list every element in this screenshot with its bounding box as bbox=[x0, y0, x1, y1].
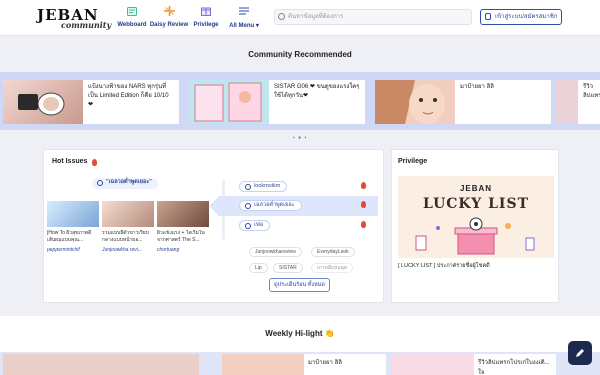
login-button[interactable]: เข้าสู่ระบบ/สมัครสมาชิก bbox=[480, 9, 562, 25]
login-label: เข้าสู่ระบบ/สมัครสมาชิก bbox=[495, 14, 558, 20]
carousel-dots[interactable]: • ● • bbox=[293, 135, 307, 141]
search-placeholder: ค้นหาข้อมูลที่ต้องการ bbox=[288, 14, 344, 20]
clap-icon: 👏 bbox=[324, 329, 335, 338]
nav-label: Webboard bbox=[117, 22, 147, 28]
community-card[interactable]: รีวิวลิปแทร bbox=[556, 80, 600, 124]
gift-box-illustration bbox=[415, 217, 535, 255]
privilege-banner[interactable]: JEBAN LUCKY LIST bbox=[398, 176, 554, 258]
keyword-pill[interactable]: lookmoikm bbox=[239, 181, 288, 192]
community-card[interactable]: มาป้ายยา ลิลิ bbox=[375, 80, 551, 124]
tag[interactable]: เกาหลีแบบฉุด bbox=[311, 263, 354, 273]
hot-issues-panel: Hot Issues "เฉลวอต่ำพูดเยอะ" [How To ผิว… bbox=[43, 149, 384, 303]
post-caption[interactable]: ผิวแข็งแรง + ใจเริ่มในจากศาสตร์ The S... bbox=[157, 230, 209, 244]
fire-icon bbox=[361, 182, 366, 189]
community-title: Community Recommended bbox=[248, 50, 352, 59]
top-bar: JEBAN community Webboard Daisy Review Pr… bbox=[0, 0, 600, 36]
weekly-band: มาป้ายยา ลิลิ รีวิวลิปแทรกโปรเก่ใบงงเดิ.… bbox=[0, 352, 600, 375]
keyword-pill[interactable]: เฟอ bbox=[239, 220, 271, 231]
search-icon bbox=[278, 13, 285, 20]
post-thumbnail[interactable] bbox=[47, 201, 99, 227]
weekly-title-text: Weekly Hi-light bbox=[265, 329, 323, 338]
card-thumbnail bbox=[189, 80, 269, 124]
nav-label: Daisy Review bbox=[149, 22, 189, 28]
weekly-card-thumbnail[interactable] bbox=[222, 354, 304, 375]
community-carousel: แป้งนางฟ้าของ NARS ทุกรุ่นที่เป็น Limite… bbox=[0, 72, 600, 130]
logo[interactable]: JEBAN community bbox=[37, 6, 111, 30]
card-title: รีวิวลิปแทร bbox=[583, 84, 600, 99]
banner-brand: JEBAN bbox=[459, 184, 493, 193]
gift-icon bbox=[199, 5, 213, 17]
weekly-card-title[interactable]: รีวิวลิปแทรกโปรเก่ใบงงเดิ... ใจ bbox=[474, 354, 556, 375]
menu-icon bbox=[237, 5, 251, 17]
nav-all-menu[interactable]: All Menu ▾ bbox=[222, 5, 266, 29]
tag[interactable]: Lip bbox=[249, 263, 268, 273]
hot-issues-title: Hot Issues bbox=[52, 158, 88, 165]
fire-icon bbox=[361, 201, 366, 208]
webboard-icon bbox=[125, 5, 139, 17]
weekly-card-thumbnail[interactable] bbox=[392, 354, 474, 375]
weekly-card[interactable] bbox=[3, 354, 199, 375]
pen-icon[interactable] bbox=[568, 341, 592, 365]
card-title: มาป้ายยา ลิลิ bbox=[460, 84, 494, 90]
keyword-pill-selected[interactable]: เฉลวอต่ำพูดเยอะ bbox=[239, 200, 302, 211]
privilege-panel: Privilege JEBAN LUCKY LIST [ LUCKY LIST … bbox=[391, 149, 559, 303]
post-author[interactable]: peppermintchif bbox=[47, 247, 99, 253]
weekly-section: Weekly Hi-light 👏 มาป้ายยา ลิลิ รีวิวลิป… bbox=[0, 316, 600, 375]
search-input[interactable]: ค้นหาข้อมูลที่ต้องการ bbox=[274, 9, 472, 25]
user-icon bbox=[485, 13, 491, 20]
post-caption[interactable]: [How To ผิวสุขภาพดี เส้นผมแบบคุณ... bbox=[47, 230, 99, 244]
fire-icon bbox=[92, 159, 97, 166]
community-card[interactable]: แป้งนางฟ้าของ NARS ทุกรุ่นที่เป็น Limite… bbox=[3, 80, 179, 124]
post-author[interactable]: chortuang bbox=[157, 247, 209, 253]
weekly-card-title[interactable]: มาป้ายยา ลิลิ bbox=[304, 354, 386, 375]
card-title: SISTAR G06 ❤ ขนตูของแรงใคๆ ใช้ได้ทุกวัน❤ bbox=[274, 84, 360, 99]
nav-label: Privilege bbox=[193, 22, 219, 28]
card-title: แป้งนางฟ้าของ NARS ทุกรุ่นที่เป็น Limite… bbox=[88, 84, 169, 108]
post-thumbnail[interactable] bbox=[157, 201, 209, 227]
banner-title: LUCKY LIST bbox=[422, 196, 529, 212]
post-thumbnail[interactable] bbox=[102, 201, 154, 227]
daisy-icon bbox=[162, 5, 176, 17]
card-thumbnail bbox=[3, 80, 83, 124]
community-card[interactable]: SISTAR G06 ❤ ขนตูของแรงใคๆ ใช้ได้ทุกวัน❤ bbox=[189, 80, 365, 124]
tag[interactable]: EverydayLook bbox=[311, 247, 355, 257]
card-thumbnail bbox=[375, 80, 455, 124]
post-author[interactable]: Junjoowkha revi... bbox=[102, 247, 154, 253]
tag[interactable]: SISTAR bbox=[273, 263, 303, 273]
selected-keyword: "เฉลวอต่ำพูดเยอะ" bbox=[92, 178, 158, 189]
fire-icon bbox=[361, 221, 366, 228]
weekly-title: Weekly Hi-light 👏 bbox=[0, 329, 600, 338]
privilege-caption[interactable]: [ LUCKY LIST ] ประกาศรายชื่อผู้โชคดี bbox=[398, 262, 490, 270]
privilege-title: Privilege bbox=[398, 158, 428, 165]
logo-subtext: community bbox=[61, 20, 112, 30]
post-caption[interactable]: รวมแบบยีตัวขาวเรียบกลางแบบหน้าผอ... bbox=[102, 230, 154, 244]
nav-label: All Menu ▾ bbox=[229, 23, 259, 29]
tag[interactable]: Junjoowkhareview bbox=[249, 247, 302, 257]
card-thumbnail bbox=[556, 80, 578, 124]
all-hot-issues-button[interactable]: ดูประเด็นร้อน ทั้งหมด bbox=[269, 278, 330, 292]
